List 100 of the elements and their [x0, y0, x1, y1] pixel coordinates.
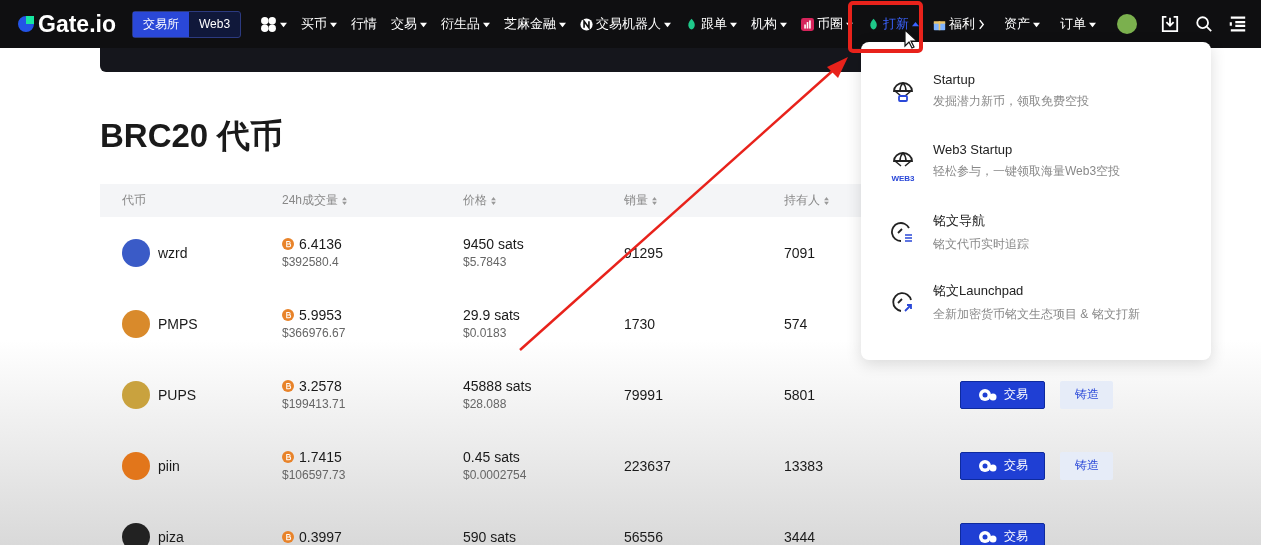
gate-logo[interactable]: Gate.io — [16, 10, 116, 38]
coin-name[interactable]: piin — [158, 457, 180, 474]
coin-swap-icon — [977, 387, 998, 402]
sort-icon[interactable] — [342, 196, 348, 205]
mint-button[interactable]: 铸造 — [1060, 451, 1113, 480]
btc-coin-icon — [282, 380, 294, 392]
sales-count: 79991 — [624, 386, 664, 403]
coin-name[interactable]: piza — [158, 528, 184, 545]
nav-menu-item[interactable]: 买币 — [294, 15, 345, 33]
nav-menu-item[interactable]: 订单 — [1053, 15, 1103, 33]
dropdown-item-title[interactable]: 铭文Launchpad — [933, 282, 1140, 300]
dropdown-item-title[interactable]: Startup — [933, 72, 1089, 87]
holders-count: 5801 — [784, 386, 817, 403]
btc-coin-icon — [282, 451, 294, 463]
trade-button[interactable]: 交易 — [960, 380, 1045, 409]
dropdown-item-description: 发掘潜力新币，领取免费空投 — [933, 93, 1089, 110]
sort-icon[interactable] — [652, 196, 657, 205]
sort-icon[interactable] — [491, 196, 496, 205]
holders-count: 13383 — [784, 457, 824, 474]
caret-down-icon — [730, 20, 738, 28]
price-sats: 590 sats — [463, 528, 517, 545]
nav-menu-item[interactable]: 芝麻金融 — [497, 15, 574, 33]
page-title: BRC20 代币 — [100, 116, 284, 156]
coin-avatar — [122, 309, 150, 338]
price-sats: 45888 sats — [463, 378, 533, 394]
coin-avatar — [122, 380, 150, 409]
nav-menu-item[interactable]: 衍生品 — [434, 15, 498, 33]
search-icon[interactable] — [1195, 15, 1213, 33]
price-sats: 9450 sats — [463, 236, 525, 252]
nav-menu-item[interactable]: 交易机器人 — [573, 15, 679, 33]
holders-count: 3444 — [784, 528, 817, 545]
clover-icon — [260, 15, 278, 33]
btc-coin-icon — [282, 238, 294, 250]
price-sats: 29.9 sats — [463, 307, 521, 323]
user-avatar[interactable] — [1117, 14, 1137, 34]
dropdown-item-description: 轻松参与，一键领取海量Web3空投 — [933, 163, 1121, 180]
price-usd: $0.0002754 — [463, 468, 528, 482]
trade-button[interactable]: 交易 — [960, 451, 1045, 480]
coin-avatar — [122, 451, 150, 480]
volume-btc: 6.4136 — [299, 236, 342, 252]
nav-menu-item[interactable]: 资产 — [997, 15, 1047, 33]
sales-count: 56556 — [624, 528, 664, 545]
btc-coin-icon — [282, 530, 294, 543]
nav-menu-item[interactable]: 跟单 — [678, 15, 745, 33]
coin-name[interactable]: PMPS — [158, 315, 198, 332]
caret-down-icon — [420, 20, 428, 28]
coin-name[interactable]: wzrd — [158, 244, 188, 261]
caret-down-icon — [483, 20, 491, 28]
volume-btc: 5.9953 — [299, 307, 342, 323]
nav-menu-item[interactable]: 机构 — [744, 15, 795, 33]
volume-usd: $366976.67 — [282, 326, 347, 340]
download-icon[interactable] — [1161, 15, 1179, 33]
price-usd: $28.088 — [463, 397, 508, 411]
coin-swap-icon — [977, 458, 998, 473]
exchange-switch-tab[interactable]: Web3 — [188, 11, 241, 37]
caret-down-icon — [280, 20, 288, 28]
price-usd: $5.7843 — [463, 255, 508, 269]
n-circle-icon — [580, 17, 594, 31]
bar-chart-icon — [801, 17, 815, 31]
caret-down-icon — [664, 20, 672, 28]
dropdown-item-icon — [891, 220, 915, 244]
btc-coin-icon — [282, 309, 294, 321]
sales-count: 1730 — [624, 315, 657, 332]
caret-down-icon — [1089, 20, 1096, 28]
coin-avatar — [122, 238, 150, 267]
dropdown-item-title[interactable]: 铭文导航 — [933, 212, 1029, 230]
price-usd: $0.0183 — [463, 326, 508, 340]
caret-down-icon — [559, 20, 567, 28]
dropdown-item-icon — [891, 290, 915, 314]
chevron-right-icon — [978, 18, 986, 30]
nav-menu-item[interactable]: 交易 — [384, 15, 435, 33]
volume-btc: 3.2578 — [299, 378, 342, 394]
coin-swap-icon — [977, 529, 998, 544]
nav-menu-item[interactable]: 币圈 — [794, 15, 861, 33]
column-label: 代币 — [122, 192, 146, 209]
holders-count: 574 — [784, 315, 809, 332]
dropdown-item-title[interactable]: Web3 Startup — [933, 142, 1121, 157]
nav-menu-item[interactable]: 福利 — [926, 15, 993, 33]
sales-count: 223637 — [624, 457, 672, 474]
dropdown-item-description: 全新加密货币铭文生态项目 & 铭文打新 — [933, 306, 1140, 323]
exchange-switch-tab[interactable]: 交易所 — [132, 11, 189, 37]
volume-usd: $392580.4 — [282, 255, 340, 269]
nav-menu-item[interactable]: 打新 — [860, 15, 927, 33]
caret-down-icon — [1033, 20, 1040, 28]
dropdown-item-icon — [891, 80, 915, 104]
caret-down-icon — [780, 20, 788, 28]
coin-name[interactable]: PUPS — [158, 386, 197, 403]
volume-btc: 0.3997 — [299, 528, 342, 545]
mint-button[interactable]: 铸造 — [1060, 380, 1113, 409]
column-label[interactable]: 销量 — [624, 192, 648, 209]
volume-btc: 1.7415 — [299, 449, 342, 465]
price-sats: 0.45 sats — [463, 449, 521, 465]
volume-usd: $106597.73 — [282, 468, 347, 482]
coin-avatar — [122, 522, 150, 545]
volume-usd: $199413.71 — [282, 397, 347, 411]
nav-menu-item[interactable]: 行情 — [344, 15, 385, 33]
menu-icon[interactable] — [1229, 15, 1247, 33]
sort-icon[interactable] — [824, 196, 829, 205]
trade-button[interactable]: 交易 — [960, 522, 1045, 545]
dropdown-item-description: 铭文代币实时追踪 — [933, 236, 1029, 253]
